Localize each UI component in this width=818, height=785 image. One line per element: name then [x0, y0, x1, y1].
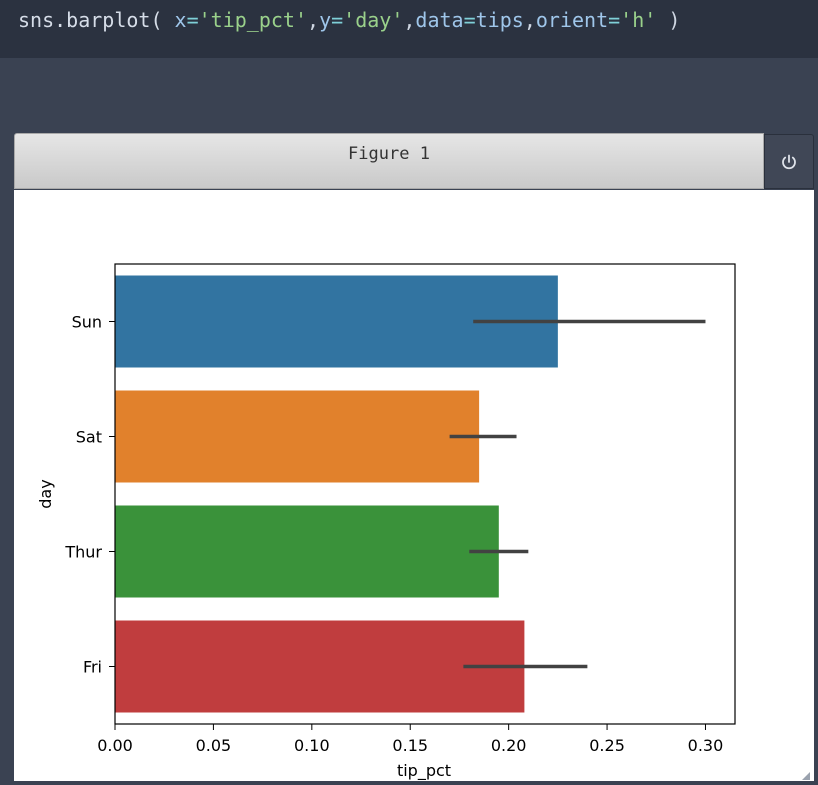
code-arg-y-value: 'day': [343, 8, 404, 32]
y-tick-label-thur: Thur: [64, 543, 102, 562]
y-tick-label-fri: Fri: [83, 658, 102, 677]
figure-header[interactable]: Figure 1: [14, 133, 764, 189]
y-tick-label-sat: Sat: [76, 428, 102, 447]
code-cell[interactable]: sns.barplot( x='tip_pct',y='day',data=ti…: [0, 0, 818, 58]
code-arg-x-key: x: [174, 8, 187, 32]
y-axis-label: day: [36, 479, 55, 508]
x-tick-label: 0.10: [294, 736, 330, 755]
figure-canvas: Sun Sat Thur Fri 0.00 0.05 0.10 0.15 0.20 0.25 0.3…: [14, 190, 814, 781]
x-tick-label: 0.05: [196, 736, 232, 755]
code-arg-x-value: 'tip_pct': [198, 8, 308, 32]
x-tick-label: 0.25: [589, 736, 625, 755]
code-arg-orient-key: orient: [535, 8, 609, 32]
close-figure-button[interactable]: [764, 134, 814, 189]
bar-thur: [115, 505, 499, 598]
bar-sat: [115, 390, 480, 483]
y-tick-label-sun: Sun: [72, 313, 102, 332]
code-function: sns.barplot(: [18, 8, 163, 32]
code-arg-data-value: tips: [475, 8, 524, 32]
x-tick-label: 0.20: [491, 736, 527, 755]
code-arg-data-key: data: [415, 8, 464, 32]
x-axis-label: tip_pct: [397, 761, 451, 781]
figure-title: Figure 1: [348, 144, 430, 164]
x-tick-label: 0.15: [392, 736, 428, 755]
x-tick-label: 0.00: [97, 736, 133, 755]
code-close-paren: ): [668, 8, 681, 32]
code-arg-y-key: y: [319, 8, 332, 32]
bar-chart: Sun Sat Thur Fri 0.00 0.05 0.10 0.15 0.20 0.25 0.3…: [36, 263, 736, 781]
resize-grip-icon[interactable]: [800, 770, 810, 780]
bar-fri: [115, 620, 525, 713]
power-icon: [782, 154, 796, 169]
code-arg-orient-value: 'h': [620, 8, 657, 32]
x-tick-label: 0.30: [688, 736, 724, 755]
